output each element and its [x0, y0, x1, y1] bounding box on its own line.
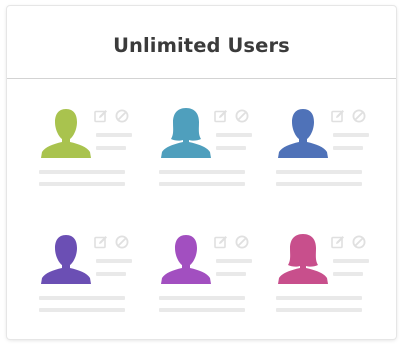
- edit-icon[interactable]: [331, 109, 345, 123]
- placeholder-text-line: [333, 133, 369, 137]
- placeholder-text-line: [276, 182, 362, 186]
- edit-icon[interactable]: [214, 235, 228, 249]
- user-avatar-icon: [39, 233, 93, 284]
- placeholder-text-line: [39, 170, 125, 174]
- edit-icon[interactable]: [214, 109, 228, 123]
- card-title: Unlimited Users: [113, 33, 290, 57]
- placeholder-text-line: [159, 296, 245, 300]
- placeholder-text-line: [216, 259, 252, 263]
- placeholder-text-line: [159, 182, 245, 186]
- user-actions: [94, 109, 130, 123]
- card-header: Unlimited Users: [7, 6, 396, 79]
- placeholder-text-line: [333, 272, 363, 276]
- placeholder-text-line: [276, 296, 362, 300]
- user-actions: [94, 235, 130, 249]
- block-icon[interactable]: [115, 235, 129, 249]
- placeholder-text-line: [96, 259, 132, 263]
- placeholder-text-line: [39, 308, 125, 312]
- placeholder-text-line: [96, 272, 126, 276]
- placeholder-text-line: [159, 170, 245, 174]
- user-actions: [331, 109, 367, 123]
- user-avatar-icon: [159, 233, 213, 284]
- user-card: [39, 107, 139, 187]
- placeholder-text-line: [39, 182, 125, 186]
- block-icon[interactable]: [352, 235, 366, 249]
- edit-icon[interactable]: [331, 235, 345, 249]
- block-icon[interactable]: [352, 109, 366, 123]
- user-card: [159, 233, 259, 313]
- placeholder-text-line: [39, 296, 125, 300]
- user-avatar-icon: [276, 233, 330, 284]
- user-card: [159, 107, 259, 187]
- user-grid: [39, 107, 379, 317]
- user-card: [276, 107, 376, 187]
- placeholder-text-line: [276, 308, 362, 312]
- block-icon[interactable]: [115, 109, 129, 123]
- placeholder-text-line: [333, 146, 363, 150]
- edit-icon[interactable]: [94, 109, 108, 123]
- placeholder-text-line: [96, 146, 126, 150]
- user-actions: [331, 235, 367, 249]
- user-actions: [214, 109, 250, 123]
- feature-card: Unlimited Users: [7, 6, 396, 339]
- placeholder-text-line: [276, 170, 362, 174]
- block-icon[interactable]: [235, 109, 249, 123]
- user-avatar-icon: [39, 107, 93, 158]
- user-actions: [214, 235, 250, 249]
- placeholder-text-line: [96, 133, 132, 137]
- edit-icon[interactable]: [94, 235, 108, 249]
- placeholder-text-line: [216, 133, 252, 137]
- placeholder-text-line: [216, 146, 246, 150]
- user-avatar-icon: [276, 107, 330, 158]
- block-icon[interactable]: [235, 235, 249, 249]
- user-card: [276, 233, 376, 313]
- placeholder-text-line: [333, 259, 369, 263]
- user-avatar-icon: [159, 107, 213, 158]
- user-card: [39, 233, 139, 313]
- placeholder-text-line: [216, 272, 246, 276]
- placeholder-text-line: [159, 308, 245, 312]
